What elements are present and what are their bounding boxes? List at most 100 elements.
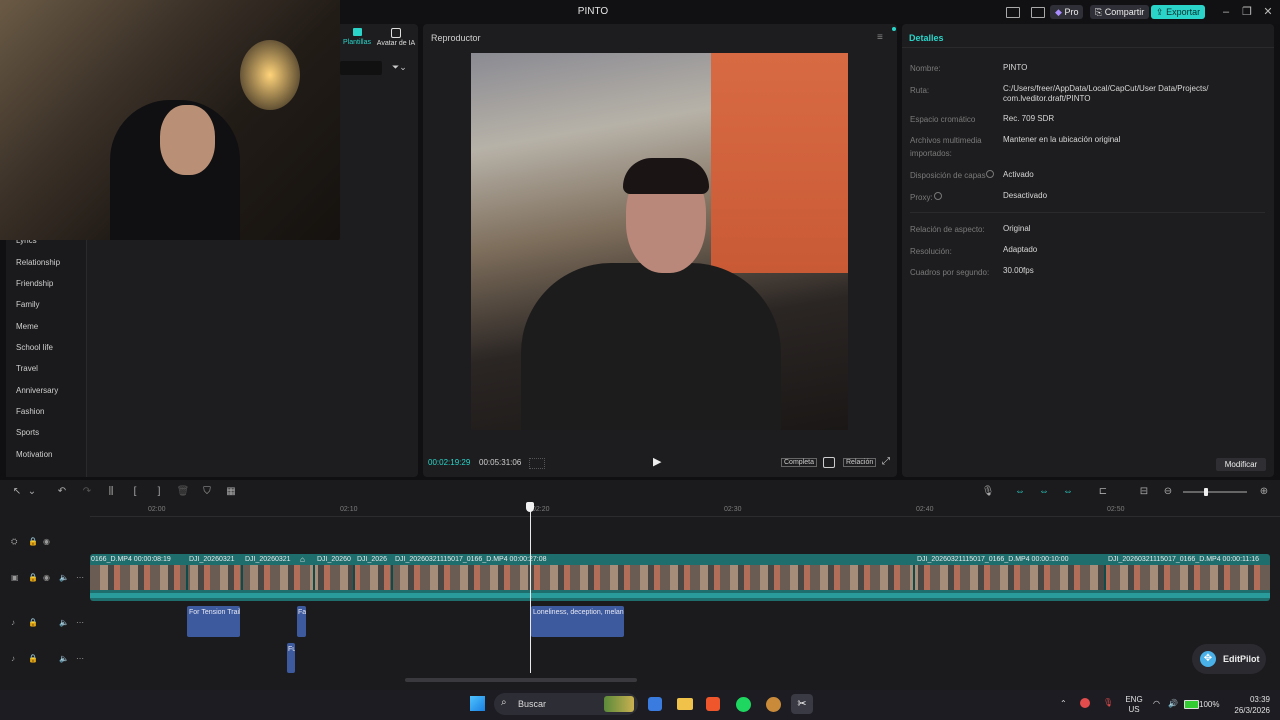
audio-clip[interactable]: Fu: [287, 643, 295, 673]
game-icon[interactable]: [766, 697, 781, 712]
lock-icon[interactable]: 🔒: [28, 573, 38, 582]
minimize-button[interactable]: –: [1215, 4, 1237, 20]
layout-icon[interactable]: [1006, 7, 1020, 18]
split-icon[interactable]: ⫼: [104, 485, 118, 499]
microphone-tray-icon[interactable]: 🎙: [1103, 698, 1113, 707]
full-quality-button[interactable]: Completa: [781, 458, 817, 467]
category-item[interactable]: Motivation: [16, 450, 52, 459]
video-clip-label[interactable]: DJI_20260321: [189, 556, 239, 563]
volume-icon[interactable]: 🔈: [59, 618, 69, 627]
spotify-icon[interactable]: [736, 697, 751, 712]
category-item[interactable]: Relationship: [16, 258, 60, 267]
category-item[interactable]: Meme: [16, 322, 38, 331]
audio-clip[interactable]: Loneliness, deception, melan: [531, 606, 624, 637]
more-icon[interactable]: ⋯: [76, 573, 84, 582]
preview-axis-icon[interactable]: ⊏: [1096, 485, 1110, 499]
timeline-scrollbar[interactable]: [405, 678, 637, 682]
tab-templates[interactable]: Plantillas: [340, 28, 374, 46]
waveform-toggle-icon[interactable]: [529, 458, 545, 469]
category-item[interactable]: Anniversary: [16, 386, 58, 395]
split-right-icon[interactable]: ]: [152, 485, 166, 499]
video-clip-label[interactable]: DJI_20260321115017_0166_D.MP4 00:00:11:1…: [1108, 556, 1268, 563]
wifi-icon[interactable]: ◠: [1153, 699, 1160, 708]
undo-icon[interactable]: ↶: [55, 485, 69, 499]
chevron-up-icon[interactable]: ⌃: [1060, 699, 1067, 708]
info-icon[interactable]: [934, 192, 942, 200]
volume-icon[interactable]: 🔈: [59, 654, 69, 663]
lock-icon[interactable]: 🔒: [28, 537, 38, 546]
play-button[interactable]: ▶: [653, 455, 661, 468]
chevron-down-icon[interactable]: ⌄: [25, 485, 39, 499]
video-clip-label[interactable]: DJI_20260321115017_0166_D.MP4 00:00:27:0…: [395, 556, 910, 563]
eye-icon[interactable]: ◉: [43, 573, 50, 582]
microphone-icon[interactable]: 🎙: [981, 485, 995, 499]
link-main-track-icon[interactable]: ⇔: [1013, 485, 1027, 499]
eye-icon[interactable]: ◉: [43, 537, 50, 546]
export-button[interactable]: ⇪ Exportar: [1151, 5, 1206, 19]
fullscreen-icon[interactable]: ⤢: [882, 456, 890, 467]
taskbar-search[interactable]: ⌕ Buscar: [494, 693, 638, 715]
link-clips-icon[interactable]: ⇔: [1037, 485, 1051, 499]
caption-icon[interactable]: ⊟: [1137, 485, 1151, 499]
lock-icon[interactable]: 🔒: [28, 618, 38, 627]
app-tray-icon[interactable]: [1080, 698, 1090, 708]
delete-icon[interactable]: 🗑: [176, 485, 190, 499]
playhead[interactable]: [530, 503, 531, 673]
video-clip-label[interactable]: DJI_2026: [357, 556, 389, 563]
video-clip-label[interactable]: DJI_20260321: [245, 556, 297, 563]
filter-icon[interactable]: ⏷⌄: [392, 62, 407, 73]
zoom-in-icon[interactable]: ⊕: [1257, 485, 1271, 499]
volume-icon[interactable]: 🔈: [59, 573, 69, 582]
video-clip-label[interactable]: DJI_20260321115017_0166_D.MP4 00:00:10:0…: [917, 556, 1102, 563]
split-left-icon[interactable]: [: [128, 485, 142, 499]
battery-icon[interactable]: [1184, 700, 1199, 709]
category-item[interactable]: Friendship: [16, 279, 53, 288]
audio-clip[interactable]: For Tension Trailer: [187, 606, 240, 637]
capcut-icon[interactable]: ✂: [791, 694, 813, 714]
video-preview[interactable]: [471, 53, 848, 430]
media-edit-icon[interactable]: ▦: [224, 485, 238, 499]
windows-start-icon[interactable]: [470, 696, 485, 711]
more-icon[interactable]: ⋯: [76, 654, 84, 663]
audio-clip[interactable]: Fa: [297, 606, 306, 637]
info-icon[interactable]: [986, 170, 994, 178]
zoom-out-icon[interactable]: ⊖: [1161, 485, 1175, 499]
category-item[interactable]: Fashion: [16, 407, 44, 416]
template-search-input[interactable]: [340, 61, 382, 75]
volume-tray-icon[interactable]: 🔊: [1168, 699, 1178, 708]
upload-icon: ⇪: [1156, 7, 1164, 17]
playhead-handle[interactable]: [526, 502, 534, 512]
category-item[interactable]: Family: [16, 300, 40, 309]
cover-icon[interactable]: ▣: [11, 573, 19, 582]
video-clip-label[interactable]: DJI_20260: [317, 556, 351, 563]
file-explorer-icon[interactable]: [677, 698, 693, 710]
editpilot-button[interactable]: ✥ EditPilot: [1192, 644, 1266, 674]
shield-icon[interactable]: ⛉: [200, 485, 214, 499]
snap-icon[interactable]: ⇔: [1061, 485, 1075, 499]
brave-icon[interactable]: [706, 697, 720, 711]
lock-icon[interactable]: 🔒: [28, 654, 38, 663]
language-indicator[interactable]: ENG US: [1124, 695, 1144, 715]
share-button[interactable]: ⎘ Compartir: [1090, 5, 1150, 19]
modify-button[interactable]: Modificar: [1216, 458, 1266, 471]
store-icon[interactable]: [648, 697, 662, 711]
category-item[interactable]: Travel: [16, 364, 38, 373]
video-clip-label[interactable]: 0166_D.MP4 00:00:08:19: [91, 556, 185, 563]
close-button[interactable]: ✕: [1257, 4, 1279, 20]
shortcuts-icon[interactable]: [1031, 7, 1045, 18]
tab-ai-avatar[interactable]: Avatar de IA: [375, 28, 417, 47]
select-tool-icon[interactable]: ↖: [10, 485, 24, 499]
category-item[interactable]: School life: [16, 343, 53, 352]
aspect-ratio-button[interactable]: Relación: [843, 458, 877, 467]
menu-icon[interactable]: ≡: [877, 32, 883, 43]
pro-button[interactable]: ◆ Pro: [1050, 5, 1084, 19]
screenshot-icon[interactable]: [823, 457, 835, 468]
clock[interactable]: 03:39 26/3/2026: [1228, 694, 1270, 716]
redo-icon[interactable]: ↷: [80, 485, 94, 499]
zoom-slider-handle[interactable]: [1204, 488, 1208, 496]
maximize-button[interactable]: ❐: [1236, 4, 1258, 20]
track-settings-icon[interactable]: ⛭: [11, 537, 17, 547]
zoom-slider[interactable]: [1183, 491, 1247, 493]
more-icon[interactable]: ⋯: [76, 618, 84, 627]
category-item[interactable]: Sports: [16, 428, 39, 437]
